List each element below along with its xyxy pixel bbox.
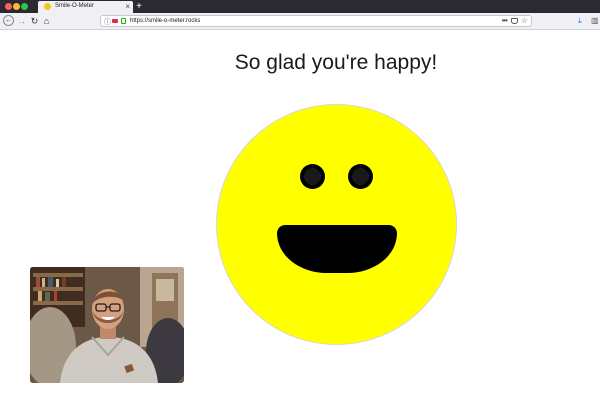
- page-title: So glad you're happy!: [234, 51, 438, 74]
- url-text[interactable]: https://smile-o-meter.rocks: [130, 18, 200, 24]
- url-bar[interactable]: ⓘ https://smile-o-meter.rocks ••• ☆: [100, 15, 532, 27]
- smiley-favicon-icon: [44, 3, 51, 10]
- window-maximize-icon[interactable]: [21, 3, 28, 10]
- back-button[interactable]: ←: [3, 15, 14, 26]
- right-eye: [348, 164, 373, 189]
- info-icon[interactable]: ⓘ: [104, 17, 111, 27]
- forward-button[interactable]: →: [16, 15, 27, 27]
- window-minimize-icon[interactable]: [13, 3, 20, 10]
- page-actions-more-icon[interactable]: •••: [502, 16, 508, 25]
- download-icon[interactable]: ⤓: [578, 16, 582, 26]
- left-eye: [300, 164, 325, 189]
- lock-icon[interactable]: [121, 18, 126, 24]
- navigation-toolbar: ← → ↻ ⌂ ⓘ https://smile-o-meter.rocks ••…: [0, 13, 600, 30]
- tab-smile-o-meter[interactable]: Smile-O-Meter ×: [38, 1, 133, 13]
- tab-title: Smile-O-Meter: [55, 3, 95, 9]
- reload-button[interactable]: ↻: [29, 15, 40, 27]
- new-tab-button[interactable]: +: [134, 0, 144, 13]
- smiling-mouth: [277, 225, 397, 273]
- pocket-icon[interactable]: [511, 18, 518, 24]
- library-icon[interactable]: ▥: [591, 16, 599, 25]
- bookmark-star-icon[interactable]: ☆: [521, 16, 528, 25]
- camera-sharing-icon[interactable]: [112, 19, 118, 23]
- page-content: So glad you're happy!: [0, 30, 600, 407]
- home-button[interactable]: ⌂: [41, 15, 52, 27]
- window-close-icon[interactable]: [5, 3, 12, 10]
- smiley-face: [216, 104, 457, 345]
- webcam-video: [30, 267, 184, 383]
- tab-close-icon[interactable]: ×: [125, 1, 130, 13]
- tab-strip: Smile-O-Meter × +: [0, 0, 600, 13]
- webcam-image: [30, 267, 184, 383]
